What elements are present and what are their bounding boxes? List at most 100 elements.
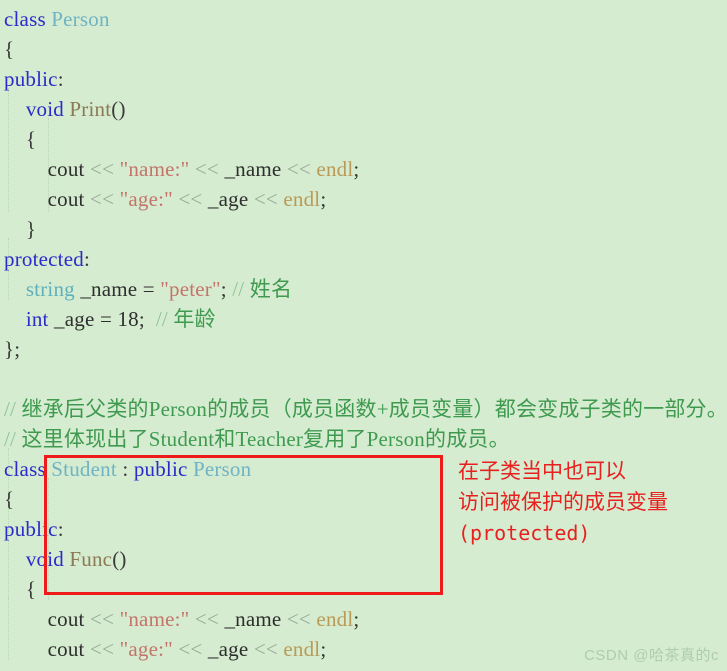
parens: () (111, 97, 126, 121)
keyword-void: void (25, 547, 64, 571)
semicolon: ; (353, 607, 360, 631)
code-line-23: } (0, 664, 727, 671)
operator-shift: << (194, 157, 219, 181)
comment-slashes: // (155, 307, 168, 331)
operator-shift: << (178, 187, 203, 211)
annotation-text: 在子类当中也可以 访问被保护的成员变量 (protected) (458, 456, 720, 549)
code-line-5: { (0, 124, 727, 154)
semicolon: ; (320, 637, 327, 661)
keyword-public: public (133, 457, 188, 481)
function-func: Func (69, 547, 113, 571)
ident-endl: endl (316, 157, 354, 181)
comment-xingming: 姓名 (249, 277, 293, 301)
code-line-10: string _name = "peter"; // 姓名 (0, 274, 727, 304)
code-line-12: }; (0, 334, 727, 364)
operator-shift: << (90, 187, 115, 211)
code-line-14: // 继承后父类的Person的成员（成员函数+成员变量）都会变成子类的一部分。 (0, 394, 727, 424)
ident-endl: endl (283, 637, 321, 661)
colon: : (83, 247, 90, 271)
string-peter: "peter" (160, 277, 221, 301)
ident-endl: endl (316, 607, 354, 631)
operator-shift: << (178, 637, 203, 661)
ident-cout: cout (47, 157, 85, 181)
annotation-line-3: (protected) (458, 521, 591, 545)
semicolon: ; (220, 277, 227, 301)
ident-age: _age (207, 187, 249, 211)
comment-inheritance-note: 继承后父类的Person的成员（成员函数+成员变量）都会变成子类的一部分。 (21, 397, 727, 421)
keyword-void: void (25, 97, 64, 121)
ident-endl: endl (283, 187, 321, 211)
string-name-label: "name:" (119, 607, 190, 631)
ident-cout: cout (47, 187, 85, 211)
keyword-protected: protected (4, 247, 84, 271)
comment-slashes: // (4, 397, 17, 421)
parens: () (112, 547, 127, 571)
keyword-public: public (4, 517, 58, 541)
brace-open: { (25, 577, 37, 601)
inherit-colon: : (122, 457, 129, 481)
brace-open: { (4, 487, 15, 511)
semicolon: ; (138, 307, 145, 331)
operator-shift: << (194, 607, 219, 631)
brace-open: { (4, 37, 15, 61)
code-line-3: public: (0, 64, 727, 94)
brace-close: } (25, 217, 37, 241)
code-line-2: { (0, 34, 727, 64)
colon: : (57, 67, 64, 91)
code-line-21: cout << "name:" << _name << endl; (0, 604, 727, 634)
brace-open: { (25, 127, 37, 151)
string-name-label: "name:" (119, 157, 190, 181)
type-student: Student (51, 457, 117, 481)
code-line-11: int _age = 18; // 年龄 (0, 304, 727, 334)
keyword-class: class (4, 457, 46, 481)
code-block[interactable]: class Person { public: void Print() { co… (0, 0, 727, 671)
operator-shift: << (90, 637, 115, 661)
code-screenshot: class Person { public: void Print() { co… (0, 0, 727, 671)
number-18: 18 (117, 307, 139, 331)
ident-name: _name (80, 277, 138, 301)
comment-reuse-note: 这里体现出了Student和Teacher复用了Person的成员。 (21, 427, 510, 451)
colon: : (57, 517, 64, 541)
keyword-public: public (4, 67, 58, 91)
code-line-1: class Person (0, 4, 727, 34)
code-line-9: protected: (0, 244, 727, 274)
operator-shift: << (90, 157, 115, 181)
annotation-line-1: 在子类当中也可以 (458, 459, 626, 483)
code-line-8: } (0, 214, 727, 244)
code-line-4: void Print() (0, 94, 727, 124)
type-person: Person (51, 7, 110, 31)
code-line-7: cout << "age:" << _age << endl; (0, 184, 727, 214)
comment-slashes: // (232, 277, 245, 301)
ident-cout: cout (47, 637, 85, 661)
semicolon: ; (320, 187, 327, 211)
annotation-line-2: 访问被保护的成员变量 (458, 490, 668, 514)
operator-shift: << (253, 187, 278, 211)
keyword-int: int (25, 307, 49, 331)
string-age-label: "age:" (119, 187, 173, 211)
operator-assign: = (99, 307, 112, 331)
code-line-6: cout << "name:" << _name << endl; (0, 154, 727, 184)
ident-name: _name (224, 607, 282, 631)
keyword-class: class (4, 7, 46, 31)
watermark: CSDN @哈茶真的c (584, 647, 719, 664)
type-person: Person (192, 457, 252, 481)
operator-shift: << (286, 157, 311, 181)
comment-slashes: // (4, 427, 17, 451)
function-print: Print (69, 97, 112, 121)
ident-age: _age (54, 307, 95, 331)
operator-shift: << (286, 607, 311, 631)
ident-cout: cout (47, 607, 85, 631)
code-line-15: // 这里体现出了Student和Teacher复用了Person的成员。 (0, 424, 727, 454)
class-end: }; (4, 337, 21, 361)
code-line-20: { (0, 574, 727, 604)
brace-close: } (26, 667, 36, 671)
ident-name: _name (224, 157, 282, 181)
string-age-label: "age:" (119, 637, 173, 661)
operator-shift: << (253, 637, 278, 661)
code-line-13-blank (0, 364, 727, 394)
semicolon: ; (353, 157, 360, 181)
comment-nianling: 年龄 (173, 307, 216, 331)
keyword-string: string (25, 277, 75, 301)
operator-shift: << (90, 607, 115, 631)
ident-age: _age (207, 637, 249, 661)
